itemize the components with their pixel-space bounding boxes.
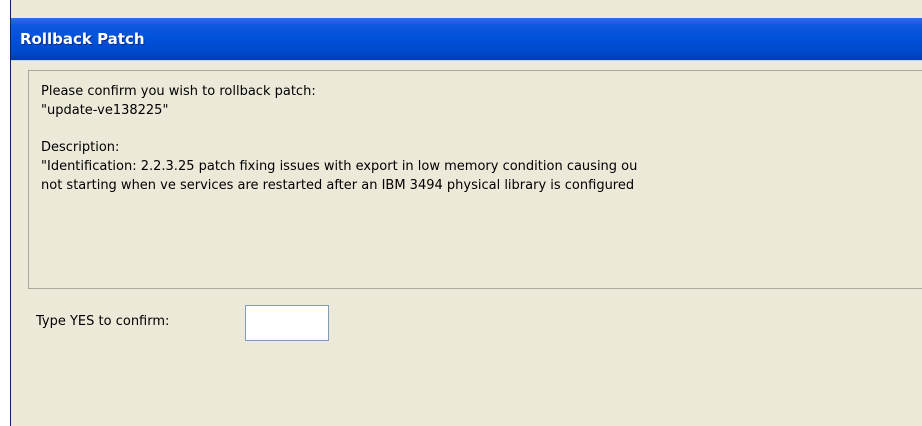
rollback-patch-dialog: Rollback Patch Please confirm you wish t… <box>10 0 922 426</box>
dialog-content: Please confirm you wish to rollback patc… <box>11 60 922 426</box>
description-line-1: "Identification: 2.2.3.25 patch fixing i… <box>41 159 638 174</box>
description-line-2: not starting when ve services are restar… <box>41 178 635 193</box>
window-title: Rollback Patch <box>20 30 145 48</box>
description-label: Description: <box>41 140 120 155</box>
patch-name-text: "update-ve138225" <box>41 103 169 118</box>
message-panel: Please confirm you wish to rollback patc… <box>28 70 922 289</box>
confirm-label: Type YES to confirm: <box>36 314 170 329</box>
confirm-input[interactable] <box>245 305 329 341</box>
title-bar[interactable]: Rollback Patch <box>11 18 922 60</box>
confirm-prompt-text: Please confirm you wish to rollback patc… <box>41 84 316 99</box>
